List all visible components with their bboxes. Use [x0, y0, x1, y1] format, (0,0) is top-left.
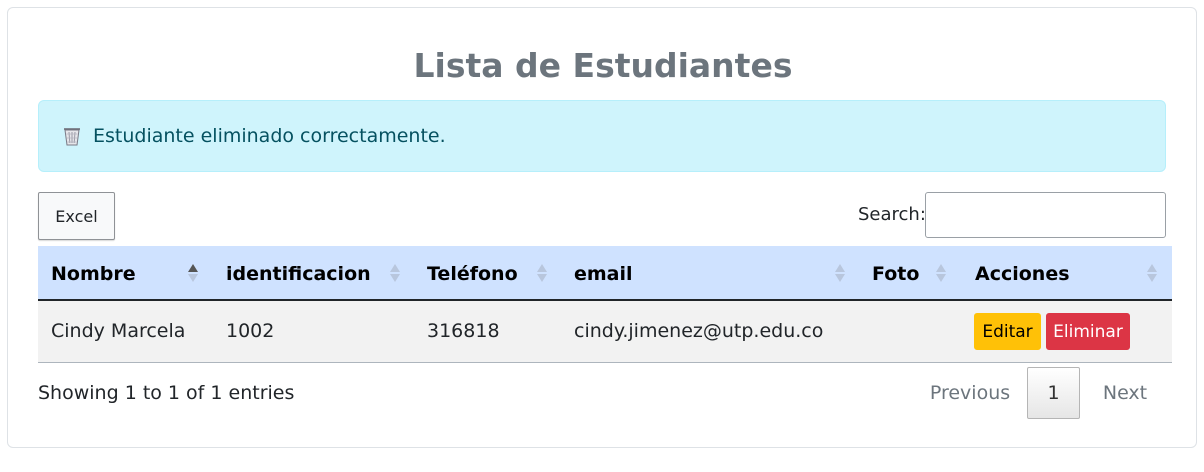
column-label-acciones: Acciones [975, 262, 1070, 285]
column-header-foto[interactable]: Foto [872, 246, 919, 301]
search-label: Search: [858, 204, 926, 225]
column-label-telefono: Teléfono [427, 262, 518, 285]
delete-button[interactable]: Eliminar [1046, 313, 1130, 350]
page-1-button[interactable]: 1 [1027, 367, 1080, 419]
sort-ascending-icon [188, 264, 198, 282]
page-title: Lista de Estudiantes [413, 46, 793, 85]
sort-both-icon [537, 264, 547, 282]
column-label-email: email [574, 262, 633, 285]
column-header-telefono[interactable]: Teléfono [427, 246, 518, 301]
sort-both-icon [835, 264, 845, 282]
cell-email: cindy.jimenez@utp.edu.co [574, 320, 824, 342]
column-header-nombre[interactable]: Nombre [51, 246, 136, 301]
sort-both-icon [390, 264, 400, 282]
sort-both-icon [936, 264, 946, 282]
column-label-identificacion: identificacion [226, 262, 371, 285]
cell-identificacion: 1002 [226, 320, 275, 342]
column-header-email[interactable]: email [574, 246, 633, 301]
next-button[interactable]: Next [1080, 367, 1170, 419]
previous-button[interactable]: Previous [913, 367, 1027, 419]
table-info: Showing 1 to 1 of 1 entries [38, 382, 295, 404]
students-card: Lista de Estudiantes Estudiante eliminad… [7, 7, 1197, 448]
search-input[interactable] [925, 192, 1166, 238]
cell-nombre: Cindy Marcela [51, 320, 186, 342]
sort-both-icon [1147, 264, 1157, 282]
alert-message: Estudiante eliminado correctamente. [93, 125, 446, 147]
column-header-acciones[interactable]: Acciones [975, 246, 1070, 301]
cell-telefono: 316818 [427, 320, 500, 342]
trash-icon [61, 125, 83, 147]
success-alert: Estudiante eliminado correctamente. [38, 100, 1166, 172]
column-label-nombre: Nombre [51, 262, 136, 285]
table-header-row: Nombre identificacion Teléfono email Fot… [38, 246, 1172, 301]
column-label-foto: Foto [872, 262, 920, 285]
excel-button[interactable]: Excel [38, 192, 115, 240]
edit-button[interactable]: Editar [974, 313, 1041, 350]
column-header-identificacion[interactable]: identificacion [226, 246, 371, 301]
table-row: Cindy Marcela 1002 316818 cindy.jimenez@… [38, 301, 1172, 363]
